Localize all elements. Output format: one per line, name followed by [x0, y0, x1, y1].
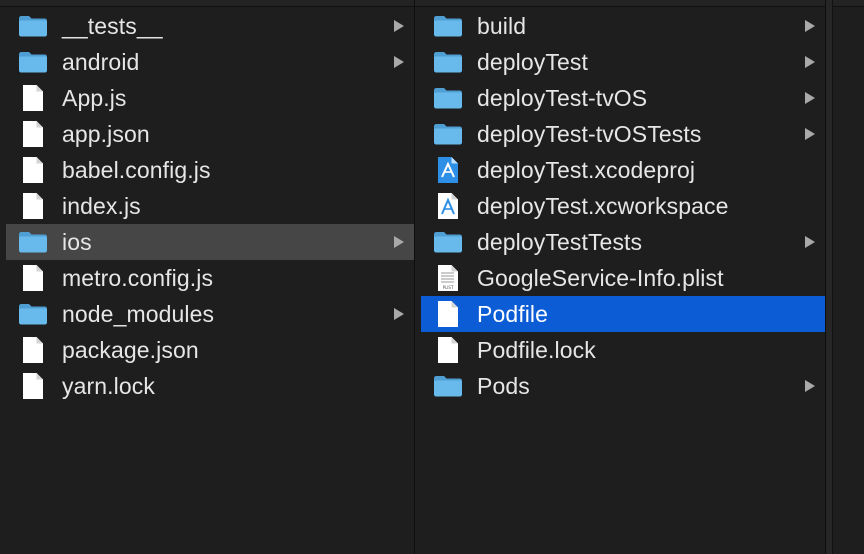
disclosure-arrow-icon — [805, 380, 815, 392]
file-row[interactable]: App.js — [6, 80, 414, 116]
folder-icon — [18, 300, 48, 328]
disclosure-arrow-icon — [805, 128, 815, 140]
folder-row[interactable]: deployTest-tvOS — [421, 80, 825, 116]
finder-column-root[interactable]: __tests__android App.js app.json babel.conf… — [0, 0, 415, 554]
item-label: Podfile — [477, 300, 549, 327]
folder-icon — [18, 228, 48, 256]
folder-row[interactable]: build — [421, 8, 825, 44]
item-label: Podfile.lock — [477, 336, 596, 363]
item-label: __tests__ — [62, 12, 163, 39]
item-label: build — [477, 12, 527, 39]
folder-row[interactable]: android — [6, 44, 414, 80]
file-row[interactable]: deployTest.xcworkspace — [421, 188, 825, 224]
item-label: Pods — [477, 372, 530, 399]
disclosure-arrow-icon — [805, 92, 815, 104]
folder-row[interactable]: Pods — [421, 368, 825, 404]
item-label: metro.config.js — [62, 264, 214, 291]
item-label: package.json — [62, 336, 199, 363]
document-icon — [433, 336, 463, 364]
file-row[interactable]: babel.config.js — [6, 152, 414, 188]
item-label: node_modules — [62, 300, 215, 327]
file-row[interactable]: deployTest.xcodeproj — [421, 152, 825, 188]
item-label: deployTest.xcodeproj — [477, 156, 696, 183]
xcodeproj-icon — [433, 156, 463, 184]
disclosure-arrow-icon — [394, 56, 404, 68]
item-label: deployTest — [477, 48, 588, 75]
document-icon — [18, 120, 48, 148]
folder-icon — [433, 120, 463, 148]
folder-icon — [433, 228, 463, 256]
file-row[interactable]: Podfile.lock — [421, 332, 825, 368]
item-label: deployTest-tvOSTests — [477, 120, 702, 147]
folder-icon — [433, 48, 463, 76]
folder-row[interactable]: deployTestTests — [421, 224, 825, 260]
file-row[interactable]: app.json — [6, 116, 414, 152]
file-list: build deployTest deployTest-tvOS deployTest… — [421, 8, 825, 404]
disclosure-arrow-icon — [805, 56, 815, 68]
item-label: deployTest.xcworkspace — [477, 192, 729, 219]
file-row[interactable]: index.js — [6, 188, 414, 224]
document-icon — [18, 84, 48, 112]
file-list: __tests__android App.js app.json babel.conf… — [6, 8, 414, 404]
item-label: ios — [62, 228, 92, 255]
folder-icon — [433, 12, 463, 40]
folder-row[interactable]: __tests__ — [6, 8, 414, 44]
file-row[interactable]: Podfile — [421, 296, 825, 332]
item-label: android — [62, 48, 140, 75]
folder-icon — [18, 12, 48, 40]
disclosure-arrow-icon — [394, 308, 404, 320]
folder-row[interactable]: node_modules — [6, 296, 414, 332]
item-label: deployTestTests — [477, 228, 643, 255]
xcworkspace-icon — [433, 192, 463, 220]
item-label: GoogleService-Info.plist — [477, 264, 724, 291]
finder-column-empty[interactable] — [826, 0, 864, 554]
file-row[interactable]: PLIST GoogleService-Info.plist — [421, 260, 825, 296]
document-icon — [18, 192, 48, 220]
document-icon — [18, 156, 48, 184]
document-icon — [18, 372, 48, 400]
item-label: app.json — [62, 120, 150, 147]
folder-row[interactable]: deployTest-tvOSTests — [421, 116, 825, 152]
item-label: App.js — [62, 84, 127, 111]
item-label: babel.config.js — [62, 156, 211, 183]
file-row[interactable]: metro.config.js — [6, 260, 414, 296]
column-divider[interactable] — [826, 0, 833, 554]
item-label: deployTest-tvOS — [477, 84, 648, 111]
item-label: yarn.lock — [62, 372, 155, 399]
folder-row[interactable]: ios — [6, 224, 414, 260]
plist-badge-label: PLIST — [443, 285, 454, 290]
plist-icon: PLIST — [433, 264, 463, 292]
document-icon — [433, 300, 463, 328]
item-label: index.js — [62, 192, 141, 219]
folder-icon — [433, 372, 463, 400]
folder-row[interactable]: deployTest — [421, 44, 825, 80]
disclosure-arrow-icon — [805, 236, 815, 248]
disclosure-arrow-icon — [805, 20, 815, 32]
document-icon — [18, 336, 48, 364]
folder-icon — [433, 84, 463, 112]
document-icon — [18, 264, 48, 292]
disclosure-arrow-icon — [394, 20, 404, 32]
finder-column-ios[interactable]: build deployTest deployTest-tvOS deployTest… — [415, 0, 826, 554]
file-row[interactable]: package.json — [6, 332, 414, 368]
folder-icon — [18, 48, 48, 76]
file-row[interactable]: yarn.lock — [6, 368, 414, 404]
disclosure-arrow-icon — [394, 236, 404, 248]
